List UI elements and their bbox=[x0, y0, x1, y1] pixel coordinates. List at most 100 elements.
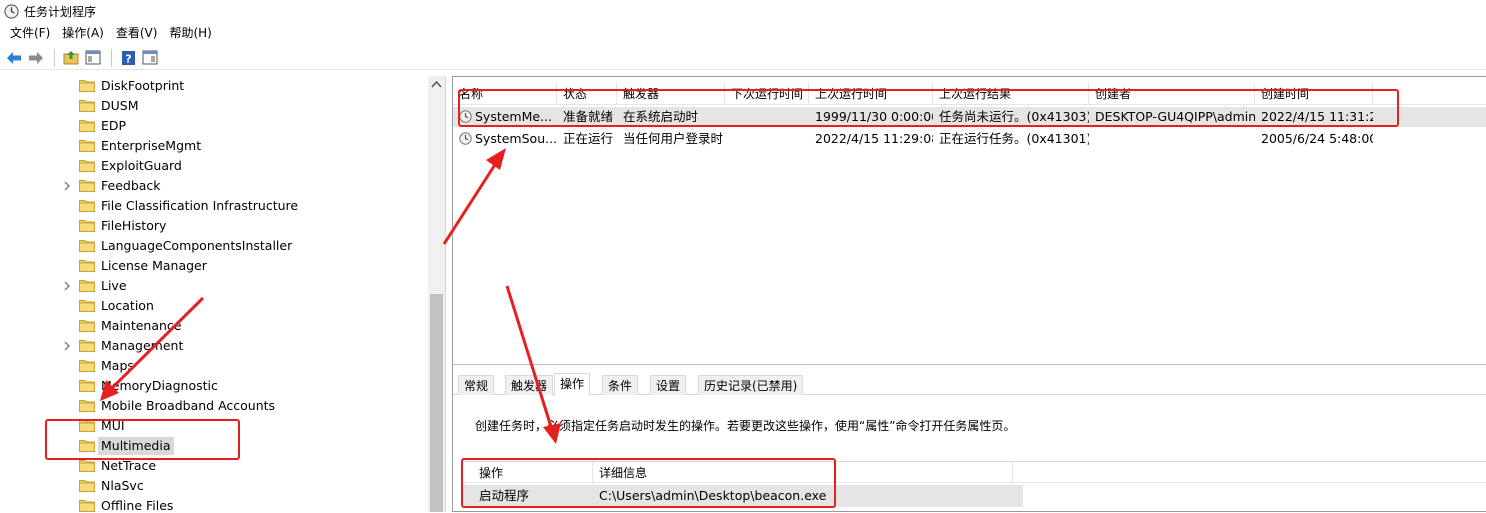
folder-icon bbox=[79, 300, 95, 312]
column-header-trigger[interactable]: 触发器 bbox=[617, 83, 725, 105]
task-cell-text: 准备就绪 bbox=[563, 109, 614, 124]
folder-icon bbox=[79, 260, 95, 272]
tree-item-label: NetTrace bbox=[101, 458, 157, 473]
tree-item-label: Maintenance bbox=[101, 318, 182, 333]
tree-item-label: File Classification Infrastructure bbox=[101, 198, 299, 213]
column-header-created[interactable]: 创建时间 bbox=[1255, 83, 1373, 105]
show-hide-pane-button[interactable] bbox=[83, 48, 103, 68]
tree-scrollbar[interactable] bbox=[428, 76, 445, 512]
column-header-author[interactable]: 创建者 bbox=[1089, 83, 1255, 105]
tree-item-label: MUI bbox=[101, 418, 125, 433]
task-cell-text: 1999/11/30 0:00:00 bbox=[815, 109, 933, 124]
svg-text:?: ? bbox=[125, 52, 131, 65]
folder-icon bbox=[79, 420, 95, 432]
folder-icon bbox=[79, 120, 95, 132]
tree-item-label: ExploitGuard bbox=[101, 158, 182, 173]
tree-item-label: DUSM bbox=[101, 98, 139, 113]
up-folder-icon bbox=[63, 51, 79, 65]
table-row[interactable]: SystemSou... 正在运行 当任何用户登录时 2022/4/15 11:29:… bbox=[453, 129, 1486, 149]
folder-icon bbox=[79, 340, 95, 352]
tab-settings[interactable]: 设置 bbox=[650, 375, 687, 395]
window-title: 任务计划程序 bbox=[24, 4, 97, 19]
task-status: 准备就绪 bbox=[557, 107, 617, 127]
folder-icon bbox=[79, 460, 95, 472]
folder-tree: DiskFootprint DUSM EDP EnterpriseMgmt Exploi… bbox=[0, 76, 446, 512]
task-trigger: 当任何用户登录时 bbox=[617, 129, 725, 149]
help-button[interactable]: ? bbox=[118, 48, 138, 68]
forward-button[interactable] bbox=[26, 48, 46, 68]
task-status: 正在运行 bbox=[557, 129, 617, 149]
folder-icon bbox=[79, 220, 95, 232]
task-cell-text: 2005/6/24 5:48:00 bbox=[1261, 131, 1373, 146]
actions-table-header: 操作 详细信息 bbox=[463, 461, 1486, 484]
task-cell-text: SystemSou... bbox=[475, 131, 557, 146]
scroll-up-icon[interactable] bbox=[431, 80, 442, 88]
task-next-run bbox=[725, 107, 809, 127]
menu-action[interactable]: 操作(A) bbox=[56, 23, 110, 43]
column-header-details[interactable]: 详细信息 bbox=[593, 462, 1013, 484]
chevron-right-icon[interactable] bbox=[62, 341, 72, 351]
properties-pane-icon bbox=[142, 50, 158, 65]
toolbar-separator bbox=[111, 48, 112, 67]
tree-item-label: DiskFootprint bbox=[101, 78, 185, 93]
folder-icon bbox=[79, 240, 95, 252]
task-author bbox=[1089, 129, 1255, 149]
back-button[interactable] bbox=[4, 48, 24, 68]
tree-item-label: NlaSvc bbox=[101, 478, 144, 493]
detail-tabs: 常规 触发器 操作 条件 设置 历史记录(已禁用) bbox=[453, 373, 1486, 396]
column-header-next-run[interactable]: 下次运行时间 bbox=[725, 83, 809, 105]
clock-icon bbox=[4, 3, 19, 19]
action-type: 启动程序 bbox=[479, 488, 530, 503]
scrollbar-thumb[interactable] bbox=[430, 294, 443, 512]
folder-icon bbox=[79, 400, 95, 412]
column-header-name[interactable]: 名称 bbox=[453, 83, 557, 105]
column-header-action[interactable]: 操作 bbox=[473, 462, 593, 484]
task-cell-text: 当任何用户登录时 bbox=[623, 131, 724, 146]
menu-help[interactable]: 帮助(H) bbox=[163, 23, 217, 43]
tab-triggers[interactable]: 触发器 bbox=[505, 375, 554, 395]
task-last-result: 正在运行任务。(0x41301) bbox=[933, 129, 1089, 149]
right-pane: 名称 状态 触发器 下次运行时间 上次运行时间 上次运行结果 创建者 创建时间 … bbox=[452, 76, 1486, 512]
task-trigger: 在系统启动时 bbox=[617, 107, 725, 127]
show-hide-pane-icon bbox=[85, 50, 101, 65]
tree-item-label: LanguageComponentsInstaller bbox=[101, 238, 293, 253]
menu-file[interactable]: 文件(F) bbox=[4, 23, 56, 43]
task-created: 2005/6/24 5:48:00 bbox=[1255, 129, 1373, 149]
tab-general[interactable]: 常规 bbox=[458, 375, 495, 395]
column-header-last-result[interactable]: 上次运行结果 bbox=[933, 83, 1089, 105]
properties-pane-button[interactable] bbox=[140, 48, 160, 68]
menu-view[interactable]: 查看(V) bbox=[110, 23, 164, 43]
folder-icon bbox=[79, 180, 95, 192]
column-header-status[interactable]: 状态 bbox=[557, 83, 617, 105]
tree-item-label: Maps bbox=[101, 358, 134, 373]
folder-icon bbox=[79, 80, 95, 92]
tree-item-label: Offline Files bbox=[101, 498, 174, 512]
tab-actions[interactable]: 操作 bbox=[554, 373, 591, 396]
tree-item-label: Mobile Broadband Accounts bbox=[101, 398, 276, 413]
folder-icon bbox=[79, 100, 95, 112]
task-author: DESKTOP-GU4QIPP\admin bbox=[1089, 107, 1255, 127]
folder-icon bbox=[79, 440, 95, 452]
tree-item-label: Location bbox=[101, 298, 154, 313]
folder-icon bbox=[79, 160, 95, 172]
tree-item-label: License Manager bbox=[101, 258, 207, 273]
help-icon: ? bbox=[121, 50, 135, 65]
task-cell-text: 任务尚未运行。(0x41303) bbox=[939, 109, 1089, 124]
up-button[interactable] bbox=[61, 48, 81, 68]
chevron-right-icon[interactable] bbox=[62, 281, 72, 291]
tab-conditions[interactable]: 条件 bbox=[602, 375, 639, 395]
folder-icon bbox=[79, 320, 95, 332]
column-header-last-run[interactable]: 上次运行时间 bbox=[809, 83, 933, 105]
title-bar: 任务计划程序 bbox=[0, 0, 1486, 22]
action-details: C:\Users\admin\Desktop\beacon.exe bbox=[599, 488, 827, 503]
tree-item-label: Multimedia bbox=[98, 437, 174, 455]
table-row[interactable]: 启动程序 C:\Users\admin\Desktop\beacon.exe bbox=[463, 485, 1023, 507]
task-last-run: 1999/11/30 0:00:00 bbox=[809, 107, 933, 127]
table-row[interactable]: SystemMe... 准备就绪 在系统启动时 1999/11/30 0:00:00 任… bbox=[453, 107, 1486, 127]
tree-item-label: MemoryDiagnostic bbox=[101, 378, 218, 393]
tab-history[interactable]: 历史记录(已禁用) bbox=[698, 375, 804, 395]
task-list-header: 名称 状态 触发器 下次运行时间 上次运行时间 上次运行结果 创建者 创建时间 bbox=[453, 83, 1486, 105]
back-arrow-icon bbox=[7, 51, 21, 64]
chevron-right-icon[interactable] bbox=[62, 181, 72, 191]
task-list: 名称 状态 触发器 下次运行时间 上次运行时间 上次运行结果 创建者 创建时间 … bbox=[453, 77, 1486, 365]
